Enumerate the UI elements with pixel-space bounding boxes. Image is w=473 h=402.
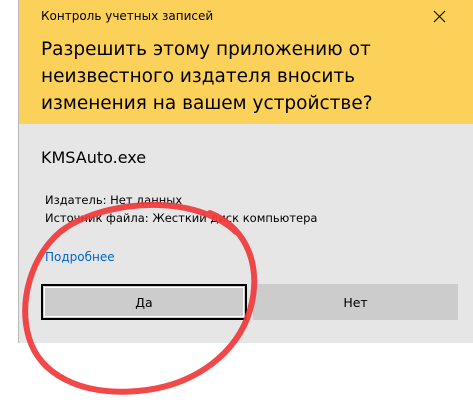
- dialog-header: Контроль учетных записей Разрешить этому…: [19, 0, 473, 124]
- uac-dialog: Контроль учетных записей Разрешить этому…: [18, 0, 473, 343]
- close-icon: [433, 10, 445, 22]
- no-button-label: Нет: [343, 294, 368, 310]
- no-button[interactable]: Нет: [253, 284, 458, 320]
- yes-button[interactable]: Да: [41, 284, 247, 320]
- close-button[interactable]: [417, 0, 461, 32]
- window-title: Контроль учетных записей: [41, 9, 214, 23]
- app-name: KMSAuto.exe: [41, 148, 147, 167]
- consent-question: Разрешить этому приложению от неизвестно…: [41, 39, 373, 114]
- publisher-info: Издатель: Нет данных: [45, 193, 183, 207]
- file-source-info: Источник файла: Жесткий диск компьютера: [45, 211, 318, 225]
- more-details-link[interactable]: Подробнее: [45, 250, 115, 264]
- yes-button-label: Да: [135, 294, 153, 310]
